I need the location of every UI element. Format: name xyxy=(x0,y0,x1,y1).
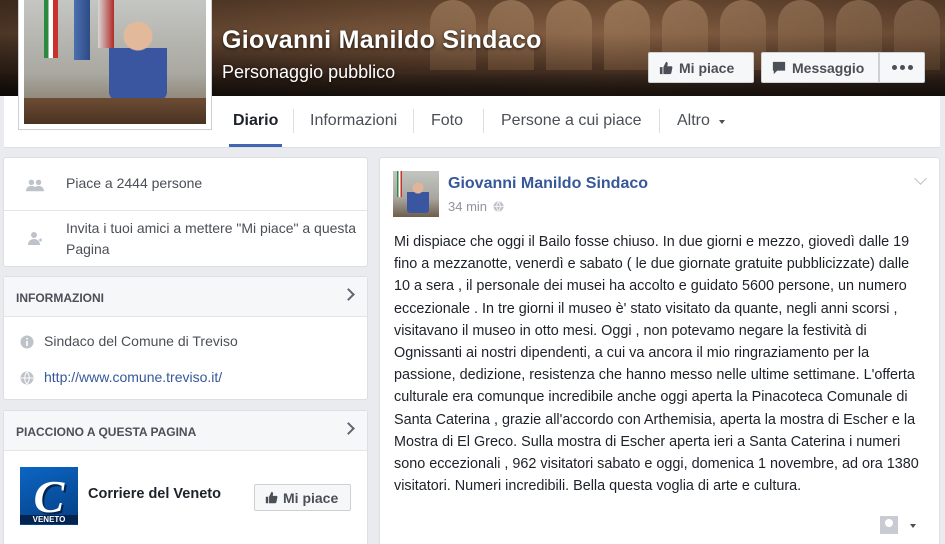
liked-pages-card: PIACCIONO A QUESTA PAGINA C VENETO Corri… xyxy=(3,410,368,544)
timeline-post: Giovanni Manildo Sindaco 34 min Mi dispi… xyxy=(379,157,940,544)
globe-privacy-icon xyxy=(493,201,504,212)
avatar-icon xyxy=(880,516,898,534)
like-page-button[interactable]: Mi piace xyxy=(648,52,754,83)
tab-persone-a-cui-piace[interactable]: Persone a cui piace xyxy=(501,96,642,146)
tab-label: Foto xyxy=(431,112,464,129)
tab-altro[interactable]: Altro xyxy=(677,96,725,146)
post-audience-selector[interactable] xyxy=(880,516,916,534)
people-icon xyxy=(26,179,44,192)
liked-page-name[interactable]: Corriere del Veneto xyxy=(88,484,221,505)
thumbs-up-icon xyxy=(265,491,278,504)
info-card-header[interactable]: INFORMAZIONI xyxy=(4,277,367,317)
tab-label: Altro xyxy=(677,112,710,129)
post-author-name[interactable]: Giovanni Manildo Sindaco xyxy=(448,175,648,193)
post-author-avatar[interactable] xyxy=(393,171,439,217)
globe-icon xyxy=(20,371,34,385)
tab-label: Diario xyxy=(233,112,279,129)
chevron-right-icon xyxy=(342,288,355,301)
post-text: Mi dispiace che oggi il Bailo fosse chiu… xyxy=(394,234,919,495)
website-link[interactable]: http://www.comune.treviso.it/ xyxy=(44,367,222,388)
info-card: INFORMAZIONI Sindaco del Comune di Trevi… xyxy=(3,276,368,400)
tab-label: Informazioni xyxy=(310,112,398,129)
liked-pages-title: PIACCIONO A QUESTA PAGINA xyxy=(16,425,197,439)
likes-count[interactable]: Piace a 2444 persone xyxy=(66,173,202,194)
corriere-del-veneto-logo[interactable]: C VENETO xyxy=(20,467,78,525)
info-icon xyxy=(20,335,34,349)
tab-diario[interactable]: Diario xyxy=(229,96,283,147)
tab-informazioni[interactable]: Informazioni xyxy=(310,96,397,146)
chevron-right-icon xyxy=(342,422,355,435)
page-header: Giovanni Manildo Sindaco Personaggio pub… xyxy=(0,0,945,148)
page-category[interactable]: Personaggio pubblico xyxy=(222,62,395,83)
page-description: Sindaco del Comune di Treviso xyxy=(44,333,238,349)
caret-down-icon xyxy=(718,120,725,124)
tab-label: Persone a cui piace xyxy=(501,112,642,129)
caret-down-icon xyxy=(910,524,916,528)
more-options-button[interactable] xyxy=(879,52,925,83)
likes-card: Piace a 2444 persone Invita i tuoi amici… xyxy=(3,157,368,267)
post-options-chevron-icon[interactable] xyxy=(914,172,927,185)
message-button[interactable]: Messaggio xyxy=(761,52,879,83)
like-liked-page-button[interactable]: Mi piace xyxy=(254,484,351,511)
add-person-icon xyxy=(28,232,42,245)
speech-bubble-icon xyxy=(772,61,786,74)
message-button-label: Messaggio xyxy=(792,59,865,76)
profile-picture[interactable] xyxy=(18,0,212,130)
info-card-title: INFORMAZIONI xyxy=(16,291,104,305)
tab-foto[interactable]: Foto xyxy=(431,96,463,146)
thumbs-up-icon xyxy=(659,61,673,74)
invite-friends-text[interactable]: Invita i tuoi amici a mettere "Mi piace"… xyxy=(66,218,362,260)
post-timestamp: 34 min xyxy=(448,199,504,214)
ellipsis-icon xyxy=(891,65,913,70)
like-button-label: Mi piace xyxy=(283,489,339,506)
liked-pages-header[interactable]: PIACCIONO A QUESTA PAGINA xyxy=(4,411,367,451)
like-button-label: Mi piace xyxy=(679,59,735,76)
post-time-text[interactable]: 34 min xyxy=(448,199,487,214)
page-title[interactable]: Giovanni Manildo Sindaco xyxy=(222,26,542,55)
